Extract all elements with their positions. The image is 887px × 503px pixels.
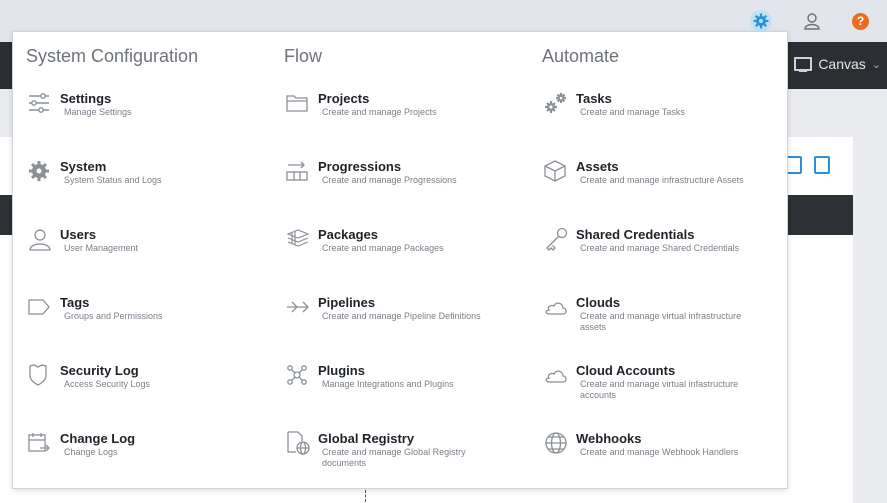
menu-item-description: Groups and Permissions [64,311,163,321]
menu-item-description: Manage Settings [64,107,132,117]
menu-item-description: User Management [64,243,139,253]
sliders-icon [28,91,58,115]
menu-item-description: Create and manage infrastructure Assets [580,175,744,185]
menu-item-label: Clouds [576,295,621,310]
column-title: Automate [542,46,620,66]
menu-item-description: Change Logs [64,447,118,457]
document-icon[interactable] [786,156,802,174]
menu-item-label: Progressions [318,159,402,174]
shield-icon [28,363,58,387]
help-icon[interactable]: ? [852,12,869,30]
menu-item-description: Create and manage Pipeline Definitions [322,311,481,321]
folder-icon [286,91,316,115]
divider [365,490,367,502]
menu-item-tasks[interactable]: Tasks Create and manage Tasks [544,91,784,141]
key-icon [544,227,574,251]
cloud-account-icon [544,363,574,387]
globe-icon [544,431,574,455]
settings-dropdown-menu: System Configuration Settings Manage Sett… [12,31,788,489]
menu-item-progressions[interactable]: Progressions Create and manage Progressio… [286,159,526,209]
menu-item-description: Create and manage Packages [322,243,444,253]
menu-item-label: Shared Credentials [576,227,695,242]
pipeline-icon [286,295,316,319]
menu-item-tags[interactable]: Tags Groups and Permissions [28,295,268,345]
menu-item-change-log[interactable]: Change Log Change Logs [28,431,268,481]
menu-item-description: Create and manage Global Registry docume… [322,447,466,468]
tag-icon [28,295,58,319]
menu-item-packages[interactable]: Packages Create and manage Packages [286,227,526,277]
menu-item-label: Change Log [60,431,136,446]
menu-item-clouds[interactable]: Clouds Create and manage virtual infrastr… [544,295,784,345]
user-icon [28,227,58,251]
menu-item-description: Create and manage Projects [322,107,437,117]
calendar-icon [28,431,58,455]
menu-item-settings[interactable]: Settings Manage Settings [28,91,268,141]
cloud-icon [544,295,574,319]
menu-item-description: Create and manage Webhook Handlers [580,447,739,457]
panel-toolbar [786,156,830,174]
menu-item-label: System [60,159,107,174]
menu-item-description: Create and manage virtual infrastructure… [580,311,742,332]
bar-chart-icon[interactable] [814,156,830,174]
menu-item-users[interactable]: Users User Management [28,227,268,277]
menu-item-label: Webhooks [576,431,642,446]
menu-item-pipelines[interactable]: Pipelines Create and manage Pipeline Defi… [286,295,526,345]
canvas-label: Canvas [818,56,866,72]
menu-item-label: Tasks [576,91,612,106]
menu-item-assets[interactable]: Assets Create and manage infrastructure A… [544,159,784,209]
gear-icon [28,159,58,183]
settings-gear-button[interactable] [750,10,772,32]
top-icons: ? [750,10,869,32]
menu-item-label: Global Registry [318,431,415,446]
menu-item-description: Access Security Logs [64,379,151,389]
menu-item-label: Users [60,227,97,242]
menu-item-projects[interactable]: Projects Create and manage Projects [286,91,526,141]
menu-item-label: Packages [318,227,378,242]
menu-item-description: Manage Integrations and Plugins [322,379,454,389]
menu-item-label: Projects [318,91,370,106]
menu-item-description: Create and manage Tasks [580,107,685,117]
user-profile-icon[interactable] [803,12,821,30]
gears-icon [544,91,574,115]
menu-item-description: System Status and Logs [64,175,162,185]
menu-item-label: Assets [576,159,619,174]
registry-icon [286,431,316,455]
monitor-icon [794,57,813,72]
gear-icon [753,13,769,29]
menu-item-label: Settings [60,91,112,106]
menu-item-description: Create and manage virtual infastructure … [580,379,739,400]
column-title: System Configuration [26,46,199,66]
menu-item-global-registry[interactable]: Global Registry Create and manage Global … [286,431,526,481]
menu-item-label: Plugins [318,363,365,378]
menu-item-webhooks[interactable]: Webhooks Create and manage Webhook Handle… [544,431,784,481]
menu-item-label: Pipelines [318,295,376,310]
menu-item-label: Cloud Accounts [576,363,676,378]
menu-item-cloud-accounts[interactable]: Cloud Accounts Create and manage virtual … [544,363,784,413]
stack-icon [286,227,316,251]
plugin-icon [286,363,316,387]
canvas-button[interactable]: Canvas ⌄ [794,56,881,72]
column-title: Flow [284,46,323,66]
menu-item-description: Create and manage Shared Credentials [580,243,740,253]
menu-item-plugins[interactable]: Plugins Manage Integrations and Plugins [286,363,526,413]
chevron-down-icon: ⌄ [871,58,881,71]
menu-item-label: Security Log [60,363,139,378]
menu-item-shared-credentials[interactable]: Shared Credentials Create and manage Shar… [544,227,784,277]
menu-item-label: Tags [60,295,90,310]
cube-icon [544,159,574,183]
menu-item-security-log[interactable]: Security Log Access Security Logs [28,363,268,413]
progression-icon [286,159,316,183]
menu-item-description: Create and manage Progressions [322,175,457,185]
menu-item-system[interactable]: System System Status and Logs [28,159,268,209]
